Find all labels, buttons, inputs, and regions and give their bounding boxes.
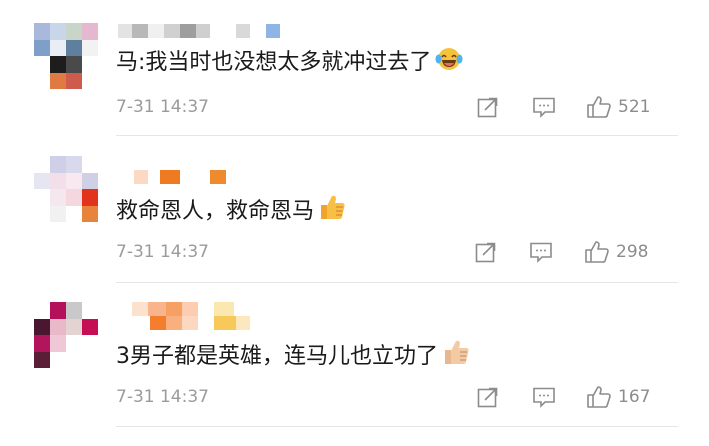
- avatar-pixel: [82, 351, 98, 368]
- like-count: 167: [618, 387, 651, 407]
- avatar-pixel: [34, 172, 50, 189]
- comment-icon: [533, 387, 555, 408]
- avatar-pixel: [66, 205, 82, 222]
- like-button[interactable]: 298: [584, 240, 648, 264]
- avatar-pixel: [50, 351, 66, 368]
- avatar-pixel: [82, 302, 98, 319]
- thumbs-up-icon: [585, 241, 609, 263]
- avatar-pixel: [34, 335, 50, 352]
- avatar-pixel: [34, 318, 50, 335]
- avatar[interactable]: [34, 156, 98, 222]
- avatar[interactable]: [34, 302, 98, 368]
- comment-meta: 7-31 14:37 298: [116, 240, 676, 264]
- comment-text: 3男子都是英雄，连马儿也立功了: [116, 338, 470, 374]
- reply-button[interactable]: [529, 240, 553, 264]
- avatar-pixel: [50, 172, 66, 189]
- comment-icon: [530, 242, 552, 263]
- username-redacted: [118, 316, 250, 330]
- comment-time: 7-31 14:37: [116, 387, 209, 407]
- username-redacted[interactable]: [118, 170, 226, 184]
- comment-time: 7-31 14:37: [116, 242, 209, 262]
- avatar-pixel: [34, 205, 50, 222]
- avatar-pixel: [34, 351, 50, 368]
- share-button[interactable]: [475, 240, 497, 264]
- avatar-pixel: [50, 318, 66, 335]
- like-count: 298: [616, 242, 649, 262]
- avatar-pixel: [82, 335, 98, 352]
- avatar-pixel: [82, 189, 98, 206]
- username-redacted[interactable]: [118, 302, 234, 316]
- avatar-pixel: [34, 302, 50, 319]
- reply-button[interactable]: [532, 385, 556, 409]
- divider: [116, 282, 678, 283]
- divider: [116, 426, 678, 427]
- thumbs-up-icon: [587, 386, 611, 408]
- avatar-pixel: [50, 302, 66, 319]
- avatar-pixel: [66, 302, 82, 319]
- like-button[interactable]: 167: [586, 385, 650, 409]
- avatar-pixel: [50, 156, 66, 173]
- avatar-pixel: [82, 205, 98, 222]
- avatar-pixel: [34, 156, 50, 173]
- avatar-pixel: [82, 318, 98, 335]
- avatar-pixel: [66, 156, 82, 173]
- avatar-pixel: [50, 335, 66, 352]
- share-icon: [475, 242, 496, 263]
- thumbs-up-emoji: [442, 338, 470, 374]
- avatar-pixel: [66, 318, 82, 335]
- share-button[interactable]: [477, 385, 499, 409]
- avatar-pixel: [66, 335, 82, 352]
- avatar-pixel: [50, 205, 66, 222]
- comment-meta: 7-31 14:37 167: [116, 385, 676, 409]
- share-icon: [477, 387, 498, 408]
- avatar-pixel: [66, 172, 82, 189]
- thumbs-up-emoji: [318, 193, 346, 229]
- avatar-pixel: [82, 156, 98, 173]
- avatar-pixel: [50, 189, 66, 206]
- comment-item: 3男子都是英雄，连马儿也立功了 7-31 14:37 167: [0, 0, 709, 427]
- avatar-pixel: [66, 189, 82, 206]
- avatar-pixel: [82, 172, 98, 189]
- comment-text: 救命恩人，救命恩马: [116, 193, 346, 229]
- avatar-pixel: [66, 351, 82, 368]
- avatar-pixel: [34, 189, 50, 206]
